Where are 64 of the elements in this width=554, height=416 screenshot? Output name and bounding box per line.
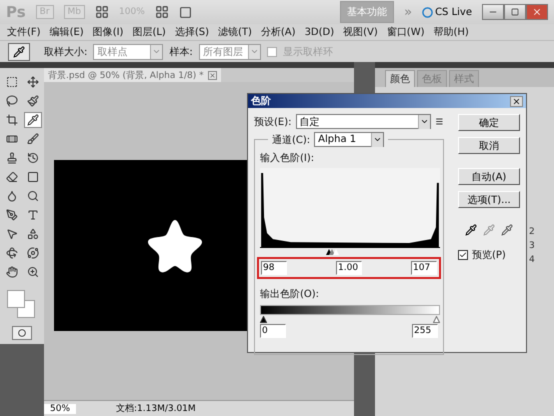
menu-item[interactable]: 窗口(W) xyxy=(386,25,424,39)
input-levels-label: 输入色阶(I): xyxy=(260,152,316,165)
caret-icon[interactable] xyxy=(373,135,382,144)
preset-menu-icon[interactable] xyxy=(435,117,444,126)
document-tab[interactable]: 背景.psd @ 50% (背景, Alpha 1/8) * xyxy=(44,68,221,82)
output-level-field[interactable]: 0 xyxy=(260,324,286,338)
menu-item[interactable]: 滤镜(T) xyxy=(218,25,252,39)
preset-dropdown[interactable]: 自定 xyxy=(296,114,432,129)
minimize-button[interactable] xyxy=(482,4,504,20)
menu-item[interactable]: 帮助(H) xyxy=(434,25,469,39)
show-ring-label: 显示取样环 xyxy=(282,46,333,58)
tab-close-icon[interactable] xyxy=(208,70,217,80)
arrange-icon[interactable] xyxy=(154,5,169,19)
preview-checkbox[interactable] xyxy=(458,250,468,260)
channel-label: 通道(C): xyxy=(272,134,310,146)
eyedropper-tool-icon[interactable] xyxy=(24,112,42,128)
highlight-eyedropper-icon[interactable] xyxy=(501,224,513,236)
input-level-field[interactable]: 1.00 xyxy=(336,261,362,275)
channel-dropdown[interactable]: Alpha 1 xyxy=(314,132,384,147)
input-level-field[interactable]: 98 xyxy=(261,261,287,275)
menu-item[interactable]: 选择(S) xyxy=(174,25,209,39)
dialog-title: 色阶 xyxy=(251,94,271,108)
panel-tab[interactable]: 颜色 xyxy=(385,70,415,87)
panel-row-number: 3 xyxy=(529,241,536,251)
circle-icon[interactable] xyxy=(18,329,26,337)
maximize-icon[interactable] xyxy=(511,8,519,16)
quick-mask-button[interactable] xyxy=(12,326,32,340)
maximize-button[interactable] xyxy=(504,4,526,20)
ring-icon xyxy=(422,6,434,18)
tool-preset-button[interactable] xyxy=(8,42,30,60)
menu-item[interactable]: 图层(L) xyxy=(132,25,166,39)
menu-item[interactable]: 编辑(E) xyxy=(50,25,84,39)
sample-size-dropdown[interactable]: 取样点 xyxy=(93,44,164,60)
shadow-eyedropper-icon[interactable] xyxy=(465,224,477,236)
panel-row-number: 2 xyxy=(529,227,536,237)
menu-item[interactable]: 视图(V) xyxy=(343,25,378,39)
panel-row-number: 4 xyxy=(529,255,536,265)
output-level-field[interactable]: 255 xyxy=(412,324,438,338)
document-size: 文档:1.13M/3.01M xyxy=(116,402,196,415)
dialog-button[interactable]: 确定 xyxy=(458,114,520,131)
checkmark-icon xyxy=(459,251,467,259)
sample-dropdown[interactable]: 所有图层 xyxy=(198,44,261,60)
app-logo: Ps xyxy=(6,3,26,21)
menu-item[interactable]: 分析(A) xyxy=(260,25,296,39)
cs-live-button[interactable]: CS Live xyxy=(422,6,472,18)
preview-label: 预览(P) xyxy=(472,249,506,262)
dialog-button[interactable]: 选项(T)... xyxy=(458,191,520,208)
dialog-button[interactable]: 自动(A) xyxy=(458,168,520,185)
star-shape xyxy=(146,218,204,274)
screen-mode-icon[interactable] xyxy=(178,6,192,18)
input-level-field[interactable]: 107 xyxy=(411,261,437,275)
menu-item[interactable]: 图像(I) xyxy=(92,25,124,39)
caret-icon[interactable] xyxy=(420,117,430,126)
eyedropper-icon[interactable] xyxy=(13,46,25,58)
menu-item[interactable]: 文件(F) xyxy=(7,25,41,39)
zoom-field[interactable]: 50% xyxy=(44,404,76,414)
output-levels-label: 输出色阶(O): xyxy=(260,288,320,301)
output-shadow-slider[interactable] xyxy=(260,316,267,323)
dialog-button[interactable]: 取消 xyxy=(458,137,520,154)
preset-label: 预设(E): xyxy=(254,116,292,128)
view-extras-icon[interactable] xyxy=(95,5,110,19)
menu-item[interactable]: 3D(D) xyxy=(304,26,334,38)
sample-label: 样本: xyxy=(169,46,193,58)
sample-size-label: 取样大小: xyxy=(44,46,88,58)
